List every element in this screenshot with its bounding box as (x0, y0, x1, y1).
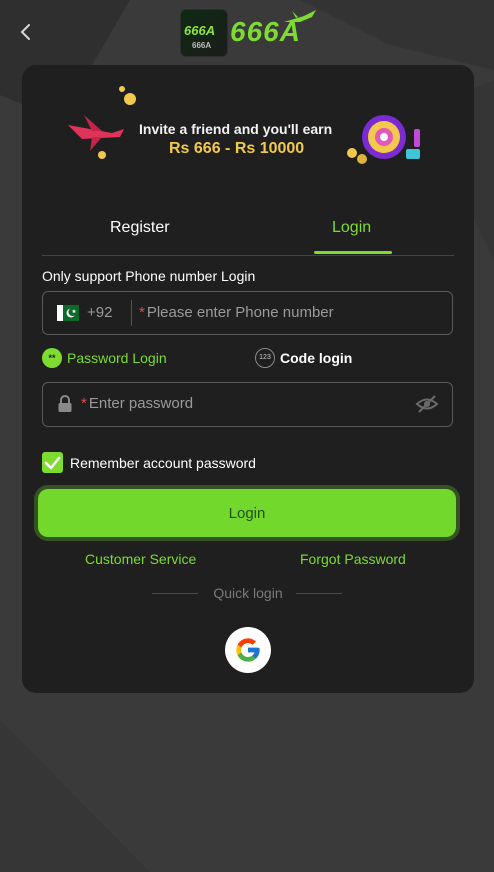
required-mark: * (81, 395, 87, 412)
divider-line-right (296, 593, 342, 594)
checkmark-icon (44, 456, 61, 470)
remember-label: Remember account password (70, 455, 256, 471)
login-button[interactable]: Login (38, 489, 456, 537)
password-placeholder-text: Enter password (88, 395, 194, 412)
password-login-label: Password Login (67, 350, 167, 366)
back-arrow-icon[interactable] (14, 20, 38, 44)
lock-icon (58, 395, 72, 412)
forgot-password-link[interactable]: Forgot Password (300, 551, 406, 567)
country-code[interactable]: +92 (87, 304, 112, 321)
auth-tabs: Register Login (42, 205, 454, 256)
code-mode-icon: 123 (255, 348, 275, 368)
app-logo-badge: 666A 666A (180, 9, 228, 57)
tab-register[interactable]: Register (110, 219, 170, 237)
logo-badge-subtext: 666A (192, 41, 212, 50)
code-login-label: Code login (280, 350, 353, 366)
google-icon (236, 638, 260, 662)
phone-input[interactable]: +92 * Please enter Phone number (42, 291, 453, 335)
support-notice: Only support Phone number Login (42, 268, 256, 284)
hide-password-icon[interactable] (415, 394, 439, 414)
tab-login[interactable]: Login (332, 219, 371, 237)
customer-service-link[interactable]: Customer Service (85, 551, 196, 567)
login-card: Invite a friend and you'll earn Rs 666 -… (22, 65, 474, 693)
required-mark: * (139, 304, 145, 321)
field-divider (131, 300, 132, 326)
password-input[interactable]: * Enter password (42, 382, 453, 427)
quick-login-label: Quick login (213, 585, 283, 601)
banner-reward: Rs 666 - Rs 10000 (169, 140, 305, 157)
google-login-button[interactable] (225, 627, 271, 673)
phone-placeholder[interactable]: * Please enter Phone number (139, 304, 334, 321)
invite-banner[interactable]: Invite a friend and you'll earn Rs 666 -… (62, 85, 434, 171)
phone-placeholder-text: Please enter Phone number (146, 304, 334, 321)
logo-badge-text: 666A (184, 23, 216, 38)
password-mode-icon: ** (42, 348, 62, 368)
divider-line-left (152, 593, 198, 594)
password-placeholder[interactable]: * Enter password (81, 395, 193, 412)
banner-headline: Invite a friend and you'll earn (139, 121, 333, 137)
checkbox-checked[interactable] (42, 452, 63, 473)
top-bar: 666A 666A 666A (0, 0, 494, 66)
pakistan-flag-icon (57, 305, 79, 321)
quick-login-divider: Quick login (22, 585, 474, 603)
plane-icon (284, 10, 316, 22)
active-tab-indicator (314, 251, 392, 254)
